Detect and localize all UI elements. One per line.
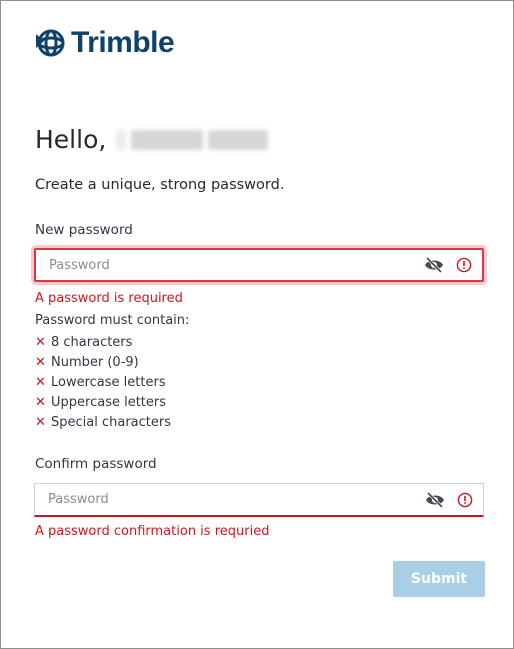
trimble-logo: Trimble bbox=[34, 25, 175, 61]
eye-slash-icon[interactable] bbox=[424, 255, 444, 275]
requirement-item: ✕ Number (0-9) bbox=[35, 354, 139, 370]
new-password-field bbox=[34, 248, 484, 282]
confirm-password-error: A password confirmation is requried bbox=[35, 524, 270, 539]
requirements-list: ✕ 8 characters ✕ Number (0-9) ✕ Lowercase l… bbox=[35, 332, 171, 433]
greeting-text: Hello, bbox=[35, 125, 107, 154]
greeting: Hello, bbox=[35, 125, 269, 154]
password-page: Trimble Hello, Create a unique, strong p… bbox=[0, 0, 514, 649]
x-icon: ✕ bbox=[35, 415, 46, 431]
requirements-title: Password must contain: bbox=[35, 313, 190, 328]
x-icon: ✕ bbox=[35, 374, 46, 390]
requirement-item: ✕ Special characters bbox=[35, 415, 171, 431]
confirm-password-input[interactable] bbox=[35, 483, 425, 516]
x-icon: ✕ bbox=[35, 334, 46, 350]
x-icon: ✕ bbox=[35, 395, 46, 411]
eye-slash-icon[interactable] bbox=[425, 490, 445, 510]
x-icon: ✕ bbox=[35, 354, 46, 370]
alert-circle-icon bbox=[457, 492, 473, 508]
new-password-error: A password is required bbox=[35, 291, 183, 306]
requirement-item: ✕ Lowercase letters bbox=[35, 374, 166, 390]
confirm-password-field bbox=[34, 483, 484, 517]
requirement-item: ✕ 8 characters bbox=[35, 334, 133, 350]
new-password-input[interactable] bbox=[36, 249, 424, 281]
confirm-password-label: Confirm password bbox=[35, 456, 157, 472]
logo-wordmark: Trimble bbox=[71, 26, 175, 59]
submit-button[interactable]: Submit bbox=[393, 561, 485, 597]
user-name-redacted bbox=[116, 129, 269, 150]
new-password-label: New password bbox=[35, 222, 133, 238]
alert-circle-icon bbox=[456, 257, 472, 273]
trimble-globe-icon bbox=[36, 29, 65, 57]
page-subtitle: Create a unique, strong password. bbox=[35, 177, 285, 193]
requirement-item: ✕ Uppercase letters bbox=[35, 395, 167, 411]
